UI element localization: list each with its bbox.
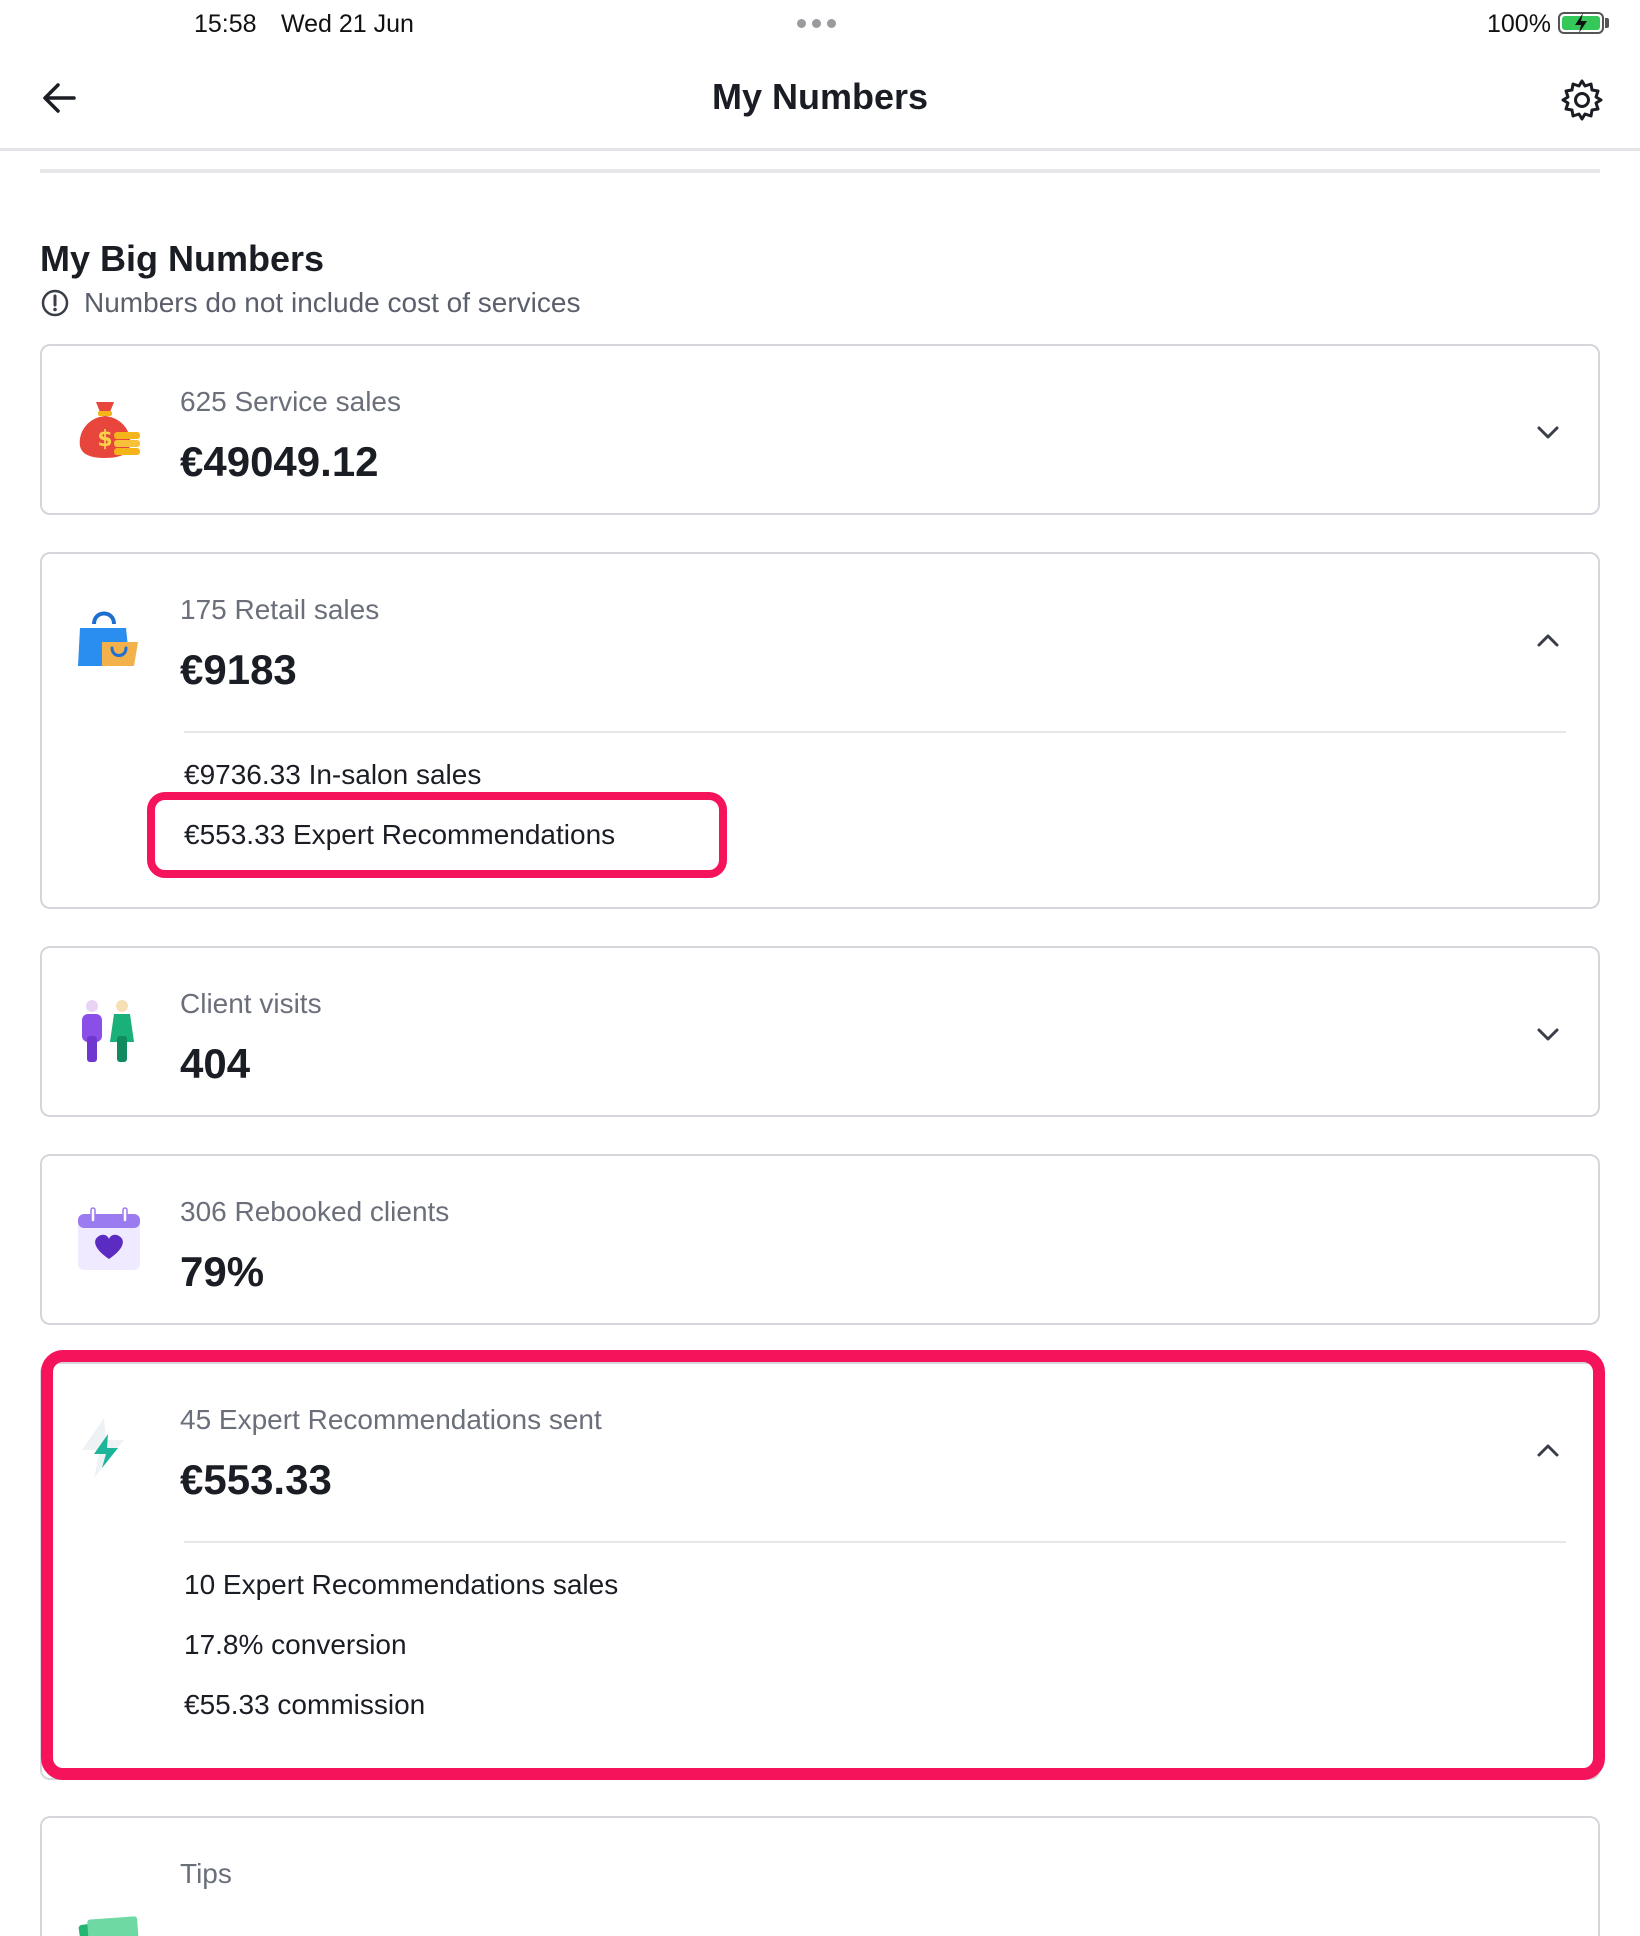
chevron-up-icon[interactable] bbox=[1528, 620, 1568, 660]
card-label: 175 Retail sales bbox=[180, 594, 380, 625]
card-label: Tips bbox=[180, 1858, 232, 1889]
highlight-box bbox=[147, 792, 727, 878]
money-bag-icon: $ bbox=[79, 402, 140, 458]
chevron-down-icon[interactable] bbox=[1528, 1014, 1568, 1054]
card-label: 306 Rebooked clients bbox=[180, 1196, 450, 1227]
info-note: Numbers do not include cost of services bbox=[40, 287, 580, 319]
cash-icon bbox=[78, 1916, 139, 1936]
card-label: 625 Service sales bbox=[180, 386, 402, 417]
status-date: Wed 21 Jun bbox=[281, 10, 414, 38]
card-label: Client visits bbox=[180, 988, 322, 1019]
info-alert-icon bbox=[41, 289, 69, 317]
highlight-box bbox=[41, 1350, 1605, 1780]
chevron-down-icon[interactable] bbox=[1528, 412, 1568, 452]
app-header: My Numbers bbox=[0, 48, 1640, 151]
detail-in-salon-sales: €9736.33 In-salon sales bbox=[184, 759, 482, 790]
card-rebooked-clients[interactable]: 306 Rebooked clients 79% bbox=[40, 1154, 1600, 1325]
calendar-heart-icon bbox=[78, 1207, 140, 1270]
charging-bolt-icon bbox=[1575, 13, 1587, 33]
card-value: €9183 bbox=[180, 646, 297, 693]
gear-icon[interactable] bbox=[1558, 76, 1606, 124]
divider bbox=[40, 169, 1600, 173]
section-title: My Big Numbers bbox=[40, 238, 325, 279]
svg-text:$: $ bbox=[97, 427, 112, 452]
card-value: 79% bbox=[180, 1248, 265, 1295]
shopping-bag-icon bbox=[78, 611, 138, 666]
card-value: €49049.12 bbox=[180, 438, 379, 485]
divider bbox=[184, 731, 1566, 733]
card-tips[interactable]: Tips bbox=[40, 1816, 1600, 1936]
multitasking-dots-icon[interactable] bbox=[797, 19, 836, 28]
page-title: My Numbers bbox=[711, 76, 929, 117]
people-icon bbox=[82, 1000, 134, 1062]
card-value: 404 bbox=[180, 1040, 251, 1087]
battery-percent: 100% bbox=[1487, 10, 1551, 38]
status-time: 15:58 bbox=[194, 10, 257, 38]
status-bar: 15:58 Wed 21 Jun 100% bbox=[0, 0, 1640, 48]
card-client-visits[interactable]: Client visits 404 bbox=[40, 946, 1600, 1117]
info-text: Numbers do not include cost of services bbox=[84, 287, 581, 318]
card-service-sales[interactable]: $ 625 Service sales €49049.12 bbox=[40, 344, 1600, 515]
